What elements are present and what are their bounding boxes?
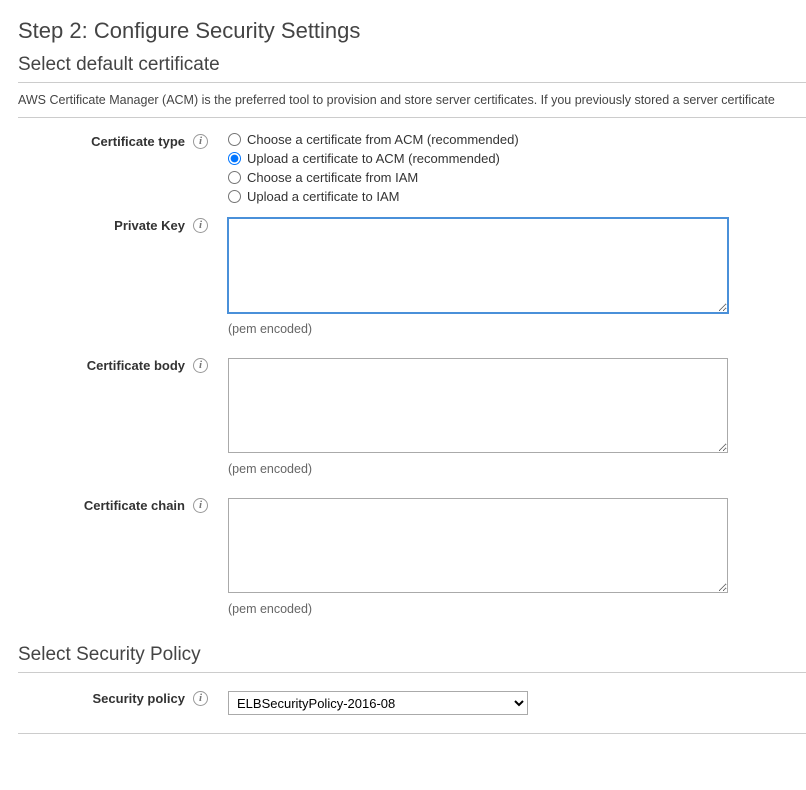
radio-input-upload-iam[interactable] — [228, 190, 241, 203]
label-col: Certificate chain i — [18, 498, 228, 616]
row-certificate-type: Certificate type i Choose a certificate … — [18, 132, 806, 204]
radio-upload-iam[interactable]: Upload a certificate to IAM — [228, 189, 806, 204]
input-col: (pem encoded) — [228, 218, 806, 336]
row-certificate-chain: Certificate chain i (pem encoded) — [18, 498, 806, 616]
radio-choose-acm[interactable]: Choose a certificate from ACM (recommend… — [228, 132, 806, 147]
radio-upload-acm[interactable]: Upload a certificate to ACM (recommended… — [228, 151, 806, 166]
label-col: Certificate type i — [18, 132, 228, 204]
info-icon[interactable]: i — [193, 134, 208, 149]
intro-text: AWS Certificate Manager (ACM) is the pre… — [18, 89, 806, 118]
certificate-type-radio-group: Choose a certificate from ACM (recommend… — [228, 132, 806, 204]
security-policy-select[interactable]: ELBSecurityPolicy-2016-08 — [228, 691, 528, 715]
radio-label: Upload a certificate to ACM (recommended… — [247, 151, 500, 166]
hint-pem: (pem encoded) — [228, 602, 806, 616]
certificate-chain-input[interactable] — [228, 498, 728, 593]
info-icon[interactable]: i — [193, 218, 208, 233]
section-security-policy-title: Select Security Policy — [18, 644, 806, 673]
private-key-input[interactable] — [228, 218, 728, 313]
private-key-label: Private Key — [114, 218, 185, 233]
radio-input-choose-iam[interactable] — [228, 171, 241, 184]
input-col: ELBSecurityPolicy-2016-08 — [228, 691, 806, 715]
step-title: Step 2: Configure Security Settings — [18, 18, 806, 44]
label-col: Security policy i — [18, 691, 228, 715]
hint-pem: (pem encoded) — [228, 322, 806, 336]
radio-input-choose-acm[interactable] — [228, 133, 241, 146]
radio-label: Upload a certificate to IAM — [247, 189, 399, 204]
label-col: Certificate body i — [18, 358, 228, 476]
hint-pem: (pem encoded) — [228, 462, 806, 476]
certificate-body-label: Certificate body — [87, 358, 185, 373]
radio-input-upload-acm[interactable] — [228, 152, 241, 165]
certificate-type-label: Certificate type — [91, 134, 185, 149]
input-col: (pem encoded) — [228, 358, 806, 476]
label-col: Private Key i — [18, 218, 228, 336]
security-policy-label: Security policy — [93, 691, 185, 706]
row-security-policy: Security policy i ELBSecurityPolicy-2016… — [18, 691, 806, 734]
input-col: Choose a certificate from ACM (recommend… — [228, 132, 806, 204]
radio-label: Choose a certificate from IAM — [247, 170, 418, 185]
section-select-certificate-title: Select default certificate — [18, 54, 806, 83]
row-private-key: Private Key i (pem encoded) — [18, 218, 806, 336]
input-col: (pem encoded) — [228, 498, 806, 616]
radio-label: Choose a certificate from ACM (recommend… — [247, 132, 519, 147]
radio-choose-iam[interactable]: Choose a certificate from IAM — [228, 170, 806, 185]
row-certificate-body: Certificate body i (pem encoded) — [18, 358, 806, 476]
certificate-chain-label: Certificate chain — [84, 498, 185, 513]
info-icon[interactable]: i — [193, 498, 208, 513]
info-icon[interactable]: i — [193, 358, 208, 373]
info-icon[interactable]: i — [193, 691, 208, 706]
certificate-body-input[interactable] — [228, 358, 728, 453]
